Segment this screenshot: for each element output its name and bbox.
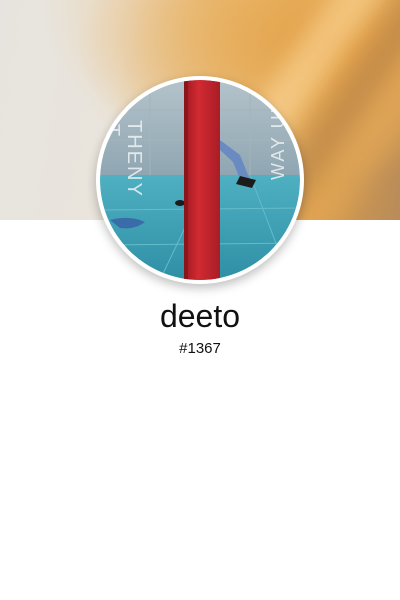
username: deeto [159,298,241,334]
avatar[interactable]: AT THENY WAY UP [96,76,304,284]
cover-text-left-2: THENY [123,120,145,198]
profile-page: AT THENY WAY UP deeto #1367 [0,0,400,600]
user-id: #1367 [179,340,221,357]
avatar-image: AT THENY WAY UP [100,80,300,280]
